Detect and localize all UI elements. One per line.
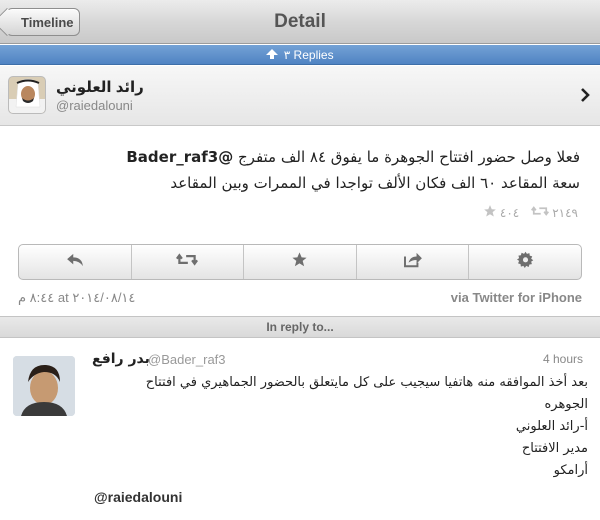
tweet-text: فعلا وصل حضور افتتاح الجوهرة ما يفوق ٨٤ … (20, 144, 580, 196)
tweet-line1-text: فعلا وصل حضور افتتاح الجوهرة ما يفوق ٨٤ … (233, 148, 580, 166)
reply-line: أ-رائد العلوني (515, 419, 588, 434)
reply-icon (66, 253, 84, 272)
retweet-button[interactable] (132, 245, 245, 279)
share-button[interactable] (357, 245, 470, 279)
back-button-label: Timeline (21, 15, 74, 30)
timeline-back-button[interactable]: Timeline (6, 8, 80, 36)
tweet-line-1: فعلا وصل حضور افتتاح الجوهرة ما يفوق ٨٤ … (20, 144, 580, 170)
in-reply-to-bar: In reply to... (0, 316, 600, 338)
page-title: Detail (274, 11, 326, 32)
replies-bar[interactable]: ٣ Replies (0, 45, 600, 65)
favorite-count[interactable]: ٤٠٤ (483, 204, 519, 221)
author-header[interactable]: رائد العلوني @raiedalouni (0, 66, 600, 126)
reply-line: مدير الافتتاح (521, 441, 588, 456)
tweet-timestamp: ٨:٤٤ م at ٢٠١٤/٠٨/١٤ (18, 290, 136, 305)
replies-count-label: ٣ Replies (283, 48, 334, 62)
tweet-mention-link[interactable]: @Bader_raf3 (126, 148, 233, 166)
favorite-count-value: ٤٠٤ (499, 205, 520, 220)
reply-timestamp: 4 hours (543, 352, 584, 366)
retweet-icon (176, 252, 199, 272)
retweet-icon (531, 205, 550, 220)
reply-mention-link[interactable]: @raiedalouni (94, 489, 182, 505)
tweet-counts: ٤٠٤ ٢١٤٩ (483, 204, 578, 221)
author-handle: @raiedalouni (56, 98, 133, 113)
more-button[interactable] (469, 245, 581, 279)
arrow-up-icon (266, 47, 279, 67)
tweet-action-bar (18, 244, 582, 280)
retweet-count-value: ٢١٤٩ (552, 205, 578, 220)
reply-line: بعد أخذ الموافقه منه هاتفيا سيجيب على كل… (145, 375, 588, 390)
reply-line: أرامكو (553, 463, 588, 478)
share-icon (403, 252, 423, 273)
gear-icon (516, 251, 534, 273)
star-icon (291, 251, 308, 273)
star-icon (483, 204, 497, 221)
author-avatar[interactable] (8, 76, 46, 114)
navigation-bar: Timeline Detail (0, 0, 600, 44)
author-name: رائد العلوني (56, 79, 144, 96)
reply-author-handle: @Bader_raf3 (148, 352, 226, 367)
favorite-button[interactable] (244, 245, 357, 279)
chevron-right-icon[interactable] (580, 88, 590, 107)
tweet-meta: ٨:٤٤ م at ٢٠١٤/٠٨/١٤ via Twitter for iPh… (18, 290, 582, 306)
tweet-source[interactable]: via Twitter for iPhone (451, 290, 582, 305)
reply-line: الجوهره (544, 397, 588, 412)
tweet-line-2: سعة المقاعد ٦٠ الف فكان الألف تواجدا في … (170, 174, 580, 192)
reply-text: بعد أخذ الموافقه منه هاتفيا سيجيب على كل… (92, 372, 588, 482)
reply-button[interactable] (19, 245, 132, 279)
reply-author-avatar[interactable] (13, 356, 75, 416)
reply-author-name: بدر رافع (92, 351, 150, 367)
retweet-count[interactable]: ٢١٤٩ (531, 204, 578, 221)
